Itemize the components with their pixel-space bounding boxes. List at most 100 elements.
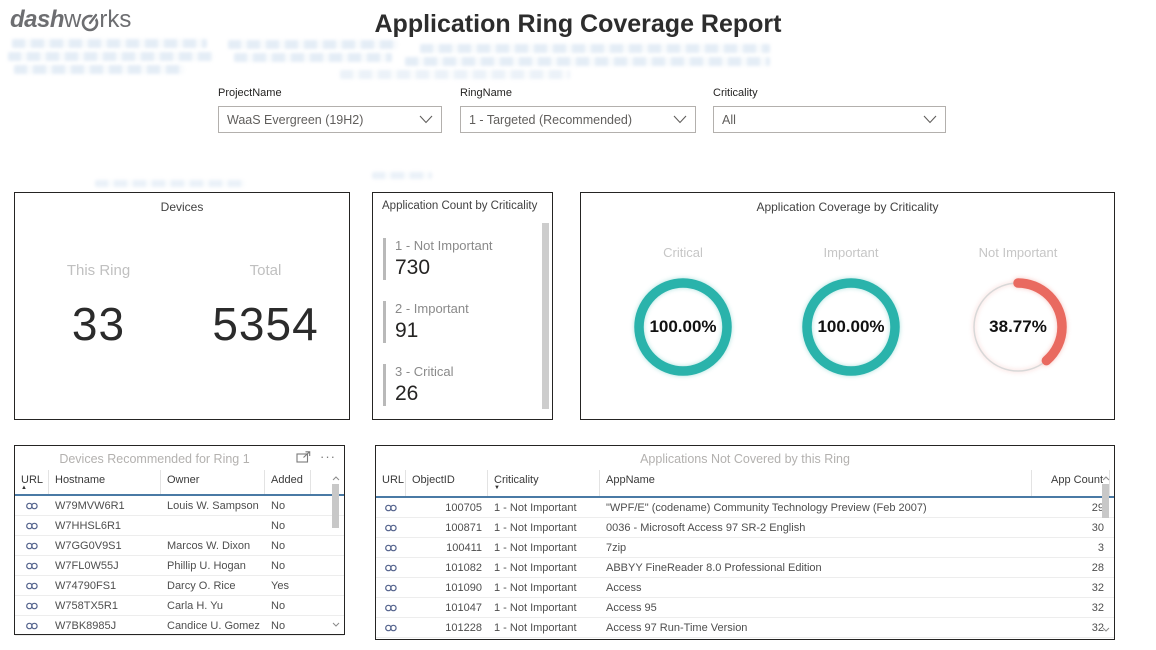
scrollbar-thumb[interactable] xyxy=(542,223,549,409)
app-count-item: 1 - Not Important 730 xyxy=(383,238,534,280)
devices-table: Devices Recommended for Ring 1 ··· URL▲ … xyxy=(14,445,345,635)
link-icon[interactable] xyxy=(384,503,398,513)
scroll-down-icon[interactable] xyxy=(1099,623,1112,635)
column-header-url[interactable]: URL xyxy=(376,470,406,496)
slicer-criticality-dropdown[interactable]: All xyxy=(713,106,946,133)
apps-table-title: Applications Not Covered by this Ring xyxy=(376,446,1114,466)
gauge-critical-label: Critical xyxy=(623,245,743,260)
cell-hostname: W74790FS1 xyxy=(49,580,161,592)
link-icon[interactable] xyxy=(25,621,39,631)
gauge-important-ring: 100.00% xyxy=(796,272,906,382)
ghost-artifact xyxy=(12,39,207,48)
table-row[interactable]: W7FL0W55J Phillip U. Hogan No xyxy=(15,556,344,576)
app-count-item-value: 730 xyxy=(395,256,534,280)
cell-objectid: 101090 xyxy=(406,582,488,594)
cell-hostname: W7BK8985J xyxy=(49,620,161,632)
table-row[interactable]: W74790FS1 Darcy O. Rice Yes xyxy=(15,576,344,596)
kpi-total-label: Total xyxy=(182,262,349,279)
slicer-projectname-label: ProjectName xyxy=(218,87,442,99)
cell-hostname: W758TX5R1 xyxy=(49,600,161,612)
devices-card: Devices This Ring 33 Total 5354 xyxy=(14,192,350,420)
slicer-criticality-value: All xyxy=(722,113,923,127)
coverage-card: Application Coverage by Criticality Crit… xyxy=(580,192,1115,420)
cell-appname: 7zip xyxy=(600,542,1032,554)
scroll-up-icon[interactable] xyxy=(1099,472,1112,484)
chevron-down-icon xyxy=(673,115,687,124)
table-row[interactable]: W758TX5R1 Carla H. Yu No xyxy=(15,596,344,616)
column-header-appname[interactable]: AppName xyxy=(600,470,1032,496)
link-icon[interactable] xyxy=(25,601,39,611)
vertical-scrollbar[interactable] xyxy=(1099,472,1112,635)
gauge-critical-ring: 100.00% xyxy=(628,272,738,382)
link-icon[interactable] xyxy=(384,623,398,633)
table-row[interactable]: 100705 1 - Not Important "WPF/E" (codena… xyxy=(376,498,1114,518)
cell-added: No xyxy=(265,600,311,612)
link-icon[interactable] xyxy=(25,501,39,511)
table-row[interactable]: W7GG0V9S1 Marcos W. Dixon No xyxy=(15,536,344,556)
report-canvas: dashwrks Application Ring Coverage Repor… xyxy=(0,0,1156,650)
table-row[interactable]: W7BK8985J Candice U. Gomez No xyxy=(15,616,344,636)
table-row[interactable]: 101090 1 - Not Important Access 32 xyxy=(376,578,1114,598)
app-count-item-label: 3 - Critical xyxy=(395,364,534,379)
cell-owner: Darcy O. Rice xyxy=(161,580,265,592)
ghost-artifact xyxy=(8,52,213,61)
cell-criticality: 1 - Not Important xyxy=(488,522,600,534)
focus-mode-icon[interactable] xyxy=(296,451,311,463)
cell-owner: Marcos W. Dixon xyxy=(161,540,265,552)
app-count-item: 3 - Critical 26 xyxy=(383,364,534,406)
cell-objectid: 100705 xyxy=(406,502,488,514)
scroll-up-icon[interactable] xyxy=(329,472,342,484)
column-header-objectid[interactable]: ObjectID xyxy=(406,470,488,496)
link-icon[interactable] xyxy=(25,521,39,531)
column-header-added[interactable]: Added xyxy=(265,470,311,494)
cell-criticality: 1 - Not Important xyxy=(488,602,600,614)
column-header-url[interactable]: URL▲ xyxy=(15,470,49,494)
link-icon[interactable] xyxy=(25,541,39,551)
link-icon[interactable] xyxy=(384,583,398,593)
gauge-important: Important 100.00% xyxy=(791,245,911,382)
cell-objectid: 100871 xyxy=(406,522,488,534)
scrollbar-thumb[interactable] xyxy=(1102,484,1109,518)
page-title: Application Ring Coverage Report xyxy=(0,10,1156,39)
link-icon[interactable] xyxy=(384,523,398,533)
table-row[interactable]: 100411 1 - Not Important 7zip 3 xyxy=(376,538,1114,558)
cell-appname: ABBYY FineReader 8.0 Professional Editio… xyxy=(600,562,1032,574)
link-icon[interactable] xyxy=(384,563,398,573)
link-icon[interactable] xyxy=(25,561,39,571)
table-row[interactable]: 101047 1 - Not Important Access 95 32 xyxy=(376,598,1114,618)
table-row[interactable]: 100871 1 - Not Important 0036 - Microsof… xyxy=(376,518,1114,538)
more-options-icon[interactable]: ··· xyxy=(320,452,336,462)
apps-table-header: URL ObjectID Criticality▼ AppName App Co… xyxy=(376,470,1114,498)
slicer-ringname-label: RingName xyxy=(460,87,696,99)
cell-owner: Phillip U. Hogan xyxy=(161,560,265,572)
cell-added: No xyxy=(265,540,311,552)
table-row[interactable]: W79MVW6R1 Louis W. Sampson No xyxy=(15,496,344,516)
slicer-ringname-dropdown[interactable]: 1 - Targeted (Recommended) xyxy=(460,106,696,133)
cell-added: No xyxy=(265,560,311,572)
scroll-down-icon[interactable] xyxy=(329,618,342,630)
vertical-scrollbar[interactable] xyxy=(329,472,342,630)
scrollbar-thumb[interactable] xyxy=(332,484,339,528)
link-icon[interactable] xyxy=(25,581,39,591)
app-count-item-value: 91 xyxy=(395,319,534,343)
column-header-criticality[interactable]: Criticality▼ xyxy=(488,470,600,496)
link-icon[interactable] xyxy=(384,543,398,553)
devices-table-header: URL▲ Hostname Owner Added xyxy=(15,470,344,496)
cell-criticality: 1 - Not Important xyxy=(488,542,600,554)
table-row[interactable]: W7HHSL6R1 No xyxy=(15,516,344,536)
table-row[interactable]: 101228 1 - Not Important Access 97 Run-T… xyxy=(376,618,1114,638)
cell-owner: Carla H. Yu xyxy=(161,600,265,612)
table-row[interactable]: 101082 1 - Not Important ABBYY FineReade… xyxy=(376,558,1114,578)
column-header-hostname[interactable]: Hostname xyxy=(49,470,161,494)
devices-card-title: Devices xyxy=(15,193,349,214)
gauge-not-important-ring: 38.77% xyxy=(963,272,1073,382)
chevron-down-icon xyxy=(923,115,937,124)
apps-table: Applications Not Covered by this Ring UR… xyxy=(375,445,1115,640)
column-header-owner[interactable]: Owner xyxy=(161,470,265,494)
ghost-artifact xyxy=(420,44,770,53)
chevron-down-icon xyxy=(419,115,433,124)
slicer-projectname-dropdown[interactable]: WaaS Evergreen (19H2) xyxy=(218,106,442,133)
coverage-card-title: Application Coverage by Criticality xyxy=(581,193,1114,214)
cell-hostname: W79MVW6R1 xyxy=(49,500,161,512)
link-icon[interactable] xyxy=(384,603,398,613)
